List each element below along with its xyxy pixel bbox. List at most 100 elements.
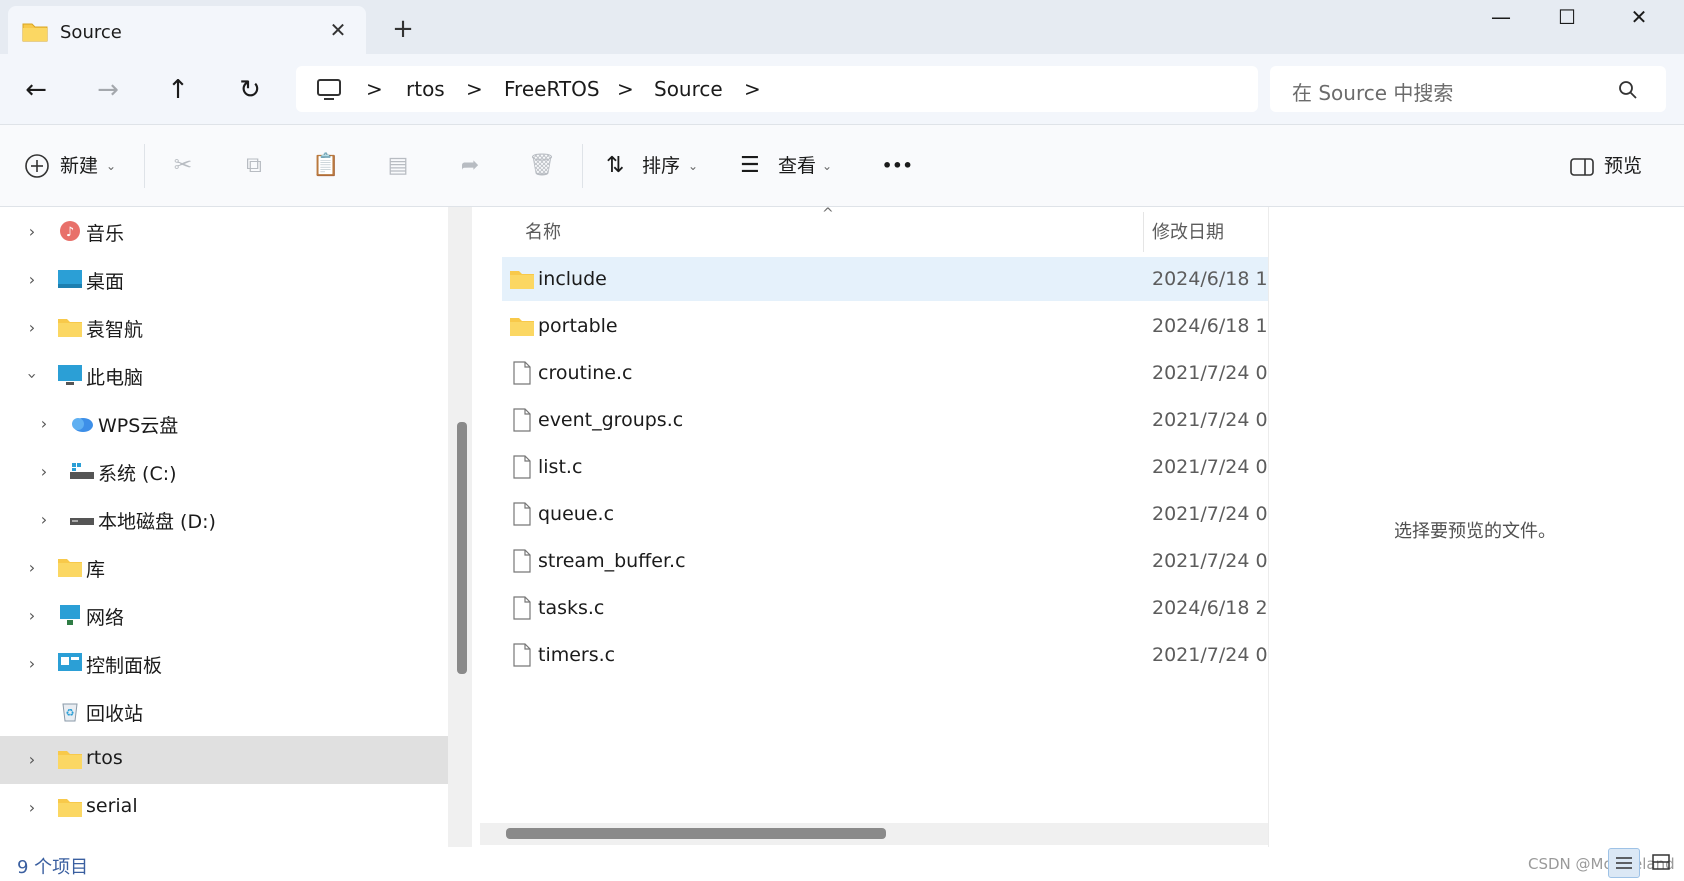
file-name: portable [538,315,618,337]
file-row-queue[interactable]: queue.c 2021/7/24 0: [502,492,1268,536]
chevron-right-icon[interactable]: › [22,604,42,628]
tiles-view-button[interactable] [1646,848,1678,878]
file-row-event-groups[interactable]: event_groups.c 2021/7/24 0: [502,398,1268,442]
preview-button[interactable]: 预览 [1604,146,1642,186]
chevron-right-icon[interactable]: › [34,460,54,484]
breadcrumb-rtos[interactable]: rtos [406,77,445,101]
file-row-portable[interactable]: portable 2024/6/18 16 [502,304,1268,348]
delete-icon[interactable]: 🗑 [526,150,558,182]
folder-icon [510,271,534,289]
preview-message: 选择要预览的文件。 [1394,521,1556,542]
details-view-button[interactable] [1608,848,1640,878]
file-row-timers[interactable]: timers.c 2021/7/24 0: [502,633,1268,677]
chevron-down-icon: ⌄ [822,159,833,173]
sidebar-item-control-panel[interactable]: › 控制面板 [0,640,448,688]
music-icon: ♪ [60,221,80,241]
file-date: 2021/7/24 0: [1152,550,1268,572]
up-button[interactable]: ↑ [158,70,198,110]
chevron-right-icon[interactable]: › [22,556,42,580]
column-header-date-modified[interactable]: 修改日期 [1152,218,1224,244]
folder-icon [58,751,82,769]
chevron-down-icon[interactable]: › [20,366,44,386]
file-row-tasks[interactable]: tasks.c 2024/6/18 21 [502,586,1268,630]
sidebar-item-drive-c[interactable]: › 系统 (C:) [0,448,448,496]
column-header-name[interactable]: 名称 [525,218,561,244]
paste-icon[interactable]: 📋 [310,150,342,182]
breadcrumb-freertos[interactable]: FreeRTOS [504,77,600,101]
chevron-right-icon[interactable]: › [22,748,42,772]
more-options-button[interactable]: ••• [882,146,913,186]
chevron-right-icon[interactable]: › [22,268,42,292]
sidebar-item-label: 网络 [86,607,125,629]
minimize-button[interactable]: — [1466,0,1536,34]
new-tab-button[interactable]: + [388,14,418,44]
sidebar-item-this-pc[interactable]: › 此电脑 [0,352,448,400]
file-row-list[interactable]: list.c 2021/7/24 0: [502,445,1268,489]
new-button[interactable]: 新建 [60,146,98,186]
file-date: 2021/7/24 0: [1152,456,1268,478]
cut-icon[interactable]: ✂ [167,150,199,182]
chevron-right-icon[interactable]: › [22,652,42,676]
search-placeholder: 在 Source 中搜索 [1292,81,1454,105]
file-name: queue.c [538,503,615,525]
file-icon [513,643,531,667]
search-icon[interactable] [1618,80,1638,100]
file-name: timers.c [538,644,616,666]
breadcrumb-separator[interactable]: > [744,77,761,101]
close-window-button[interactable]: ✕ [1604,0,1674,34]
file-icon [513,549,531,573]
maximize-button[interactable]: ☐ [1532,0,1602,34]
sidebar-item-libraries[interactable]: › 库 [0,544,448,592]
sort-button[interactable]: 排序 [642,146,680,186]
column-divider[interactable] [1143,212,1144,252]
file-date: 2024/6/18 16 [1152,315,1268,337]
sidebar-item-label: 系统 (C:) [98,463,177,485]
sidebar-item-label: rtos [86,747,123,769]
chevron-down-icon: ⌄ [688,159,699,173]
share-icon[interactable]: ➦ [454,150,486,182]
forward-button[interactable]: → [88,70,128,110]
file-row-include[interactable]: include 2024/6/18 17 [502,257,1268,301]
file-date: 2021/7/24 0: [1152,503,1268,525]
sidebar-item-serial[interactable]: › serial [0,784,448,832]
refresh-button[interactable]: ↻ [230,70,270,110]
file-date: 2021/7/24 0: [1152,644,1268,666]
back-button[interactable]: ← [16,70,56,110]
file-row-stream-buffer[interactable]: stream_buffer.c 2021/7/24 0: [502,539,1268,583]
file-name: tasks.c [538,597,605,619]
drive-c-icon [70,463,94,479]
preview-pane-icon [1570,158,1594,176]
file-name: list.c [538,456,583,478]
chevron-right-icon[interactable]: › [34,508,54,532]
sidebar-item-recycle-bin[interactable]: ♻ 回收站 [0,688,448,736]
file-icon [513,502,531,526]
close-tab-icon[interactable]: ✕ [324,16,352,44]
library-icon [58,559,82,577]
view-button[interactable]: 查看 [778,146,816,186]
sidebar-item-drive-d[interactable]: › 本地磁盘 (D:) [0,496,448,544]
chevron-right-icon[interactable]: › [22,220,42,244]
file-list-scrollbar-thumb[interactable] [506,828,886,839]
sidebar-item-user-folder[interactable]: › 袁智航 [0,304,448,352]
network-icon [60,605,80,625]
file-row-croutine[interactable]: croutine.c 2021/7/24 0: [502,351,1268,395]
chevron-right-icon[interactable]: › [22,316,42,340]
new-icon [25,154,49,178]
sidebar-item-music[interactable]: › ♪ 音乐 [0,208,448,256]
sidebar-scrollbar-thumb[interactable] [457,422,467,674]
tab-source[interactable]: Source ✕ [8,6,366,54]
breadcrumb-source[interactable]: Source [654,77,723,101]
sidebar-item-wps-cloud[interactable]: › WPS云盘 [0,400,448,448]
tab-title: Source [60,22,122,43]
view-icon: ☰ [740,153,760,178]
file-icon [513,455,531,479]
sidebar-item-desktop[interactable]: › 桌面 [0,256,448,304]
chevron-right-icon[interactable]: › [22,796,42,820]
folder-icon [58,319,82,337]
rename-icon[interactable]: ▤ [382,150,414,182]
sidebar-item-rtos[interactable]: › rtos [0,736,448,784]
chevron-right-icon[interactable]: › [34,412,54,436]
copy-icon[interactable]: ⧉ [238,150,270,182]
sidebar-item-network[interactable]: › 网络 [0,592,448,640]
file-date: 2024/6/18 21 [1152,597,1268,619]
